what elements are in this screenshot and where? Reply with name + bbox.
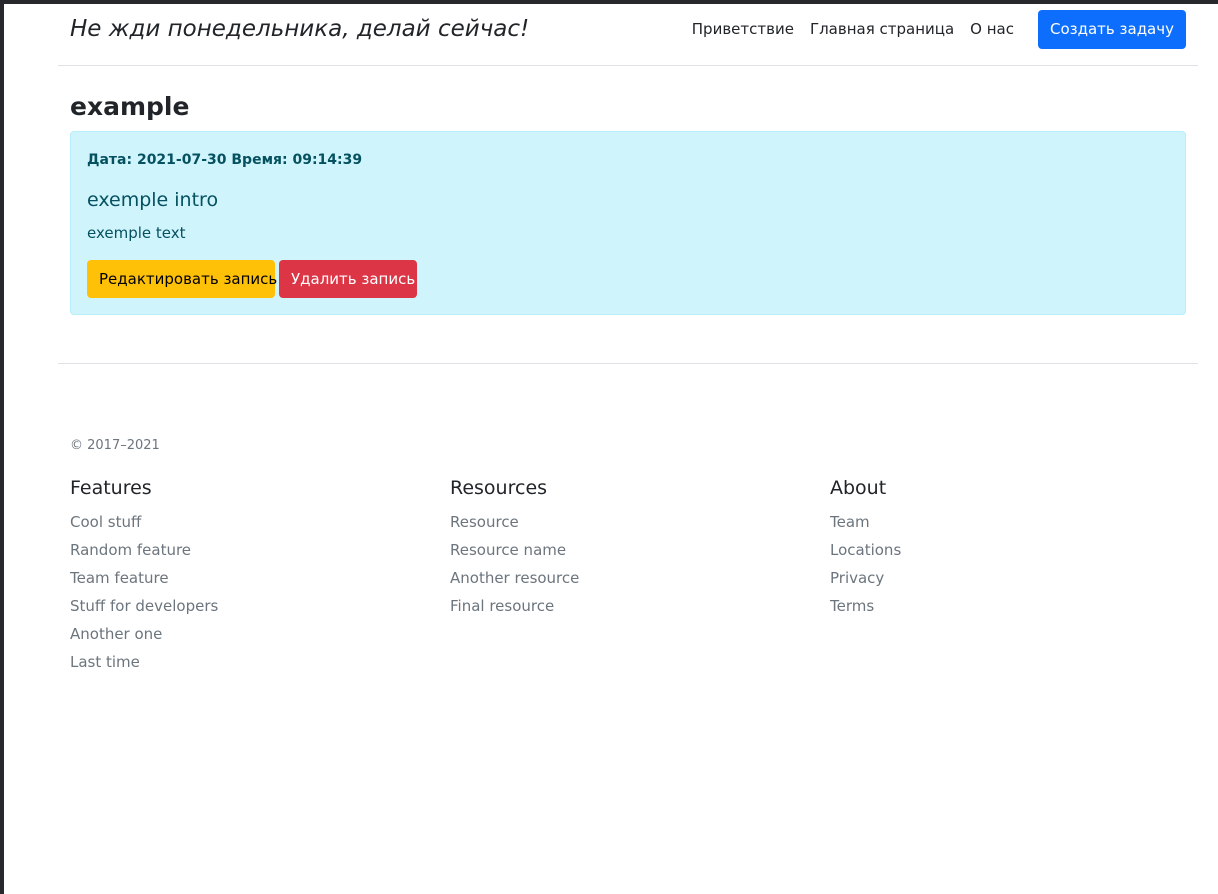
- nav-link-greeting[interactable]: Приветствие: [692, 20, 794, 38]
- footer-link[interactable]: Team: [830, 508, 1190, 536]
- footer-link[interactable]: Last time: [70, 648, 430, 676]
- footer-column-title: About: [830, 477, 887, 499]
- footer-column-title: Resources: [450, 477, 548, 499]
- footer-link[interactable]: Resource: [450, 508, 810, 536]
- post-text: exemple text: [87, 224, 186, 242]
- footer-link[interactable]: Locations: [830, 536, 1190, 564]
- site-header: Не жди понедельника, делай сейчас! Приве…: [58, 8, 1198, 66]
- post-card: Дата: 2021-07-30 Время: 09:14:39 exemple…: [70, 131, 1186, 315]
- create-task-button[interactable]: Создать задачу: [1037, 9, 1186, 49]
- footer-link-list: Team Locations Privacy Terms: [830, 508, 1190, 620]
- nav-link-home[interactable]: Главная страница: [810, 20, 954, 38]
- post-title: example: [70, 92, 190, 121]
- main-nav: Приветствие Главная страница О нас Созда…: [692, 9, 1186, 49]
- delete-post-button[interactable]: Удалить запись: [279, 260, 417, 298]
- footer-column-about: About Team Locations Privacy Terms: [830, 474, 1190, 620]
- footer-link-list: Resource Resource name Another resource …: [450, 508, 810, 620]
- footer-link[interactable]: Cool stuff: [70, 508, 430, 536]
- nav-link-about[interactable]: О нас: [970, 20, 1014, 38]
- footer-link[interactable]: Stuff for developers: [70, 592, 430, 620]
- footer-column-title: Features: [70, 477, 152, 499]
- post-datetime: Дата: 2021-07-30 Время: 09:14:39: [87, 152, 363, 168]
- footer-link[interactable]: Team feature: [70, 564, 430, 592]
- browser-viewport: Не жди понедельника, делай сейчас! Приве…: [0, 0, 1218, 894]
- copyright-text: © 2017–2021: [70, 438, 160, 453]
- edit-post-button[interactable]: Редактировать запись: [87, 260, 277, 298]
- post-intro: exemple intro: [87, 189, 219, 211]
- site-brand[interactable]: Не жди понедельника, делай сейчас!: [70, 16, 529, 42]
- footer-link[interactable]: Terms: [830, 592, 1190, 620]
- footer-link[interactable]: Another resource: [450, 564, 810, 592]
- footer-link[interactable]: Resource name: [450, 536, 810, 564]
- footer-link[interactable]: Random feature: [70, 536, 430, 564]
- footer-divider: [58, 363, 1198, 364]
- footer-column-resources: Resources Resource Resource name Another…: [450, 474, 810, 620]
- footer-link[interactable]: Another one: [70, 620, 430, 648]
- footer-link[interactable]: Final resource: [450, 592, 810, 620]
- footer-column-features: Features Cool stuff Random feature Team …: [70, 474, 430, 676]
- footer-link-list: Cool stuff Random feature Team feature S…: [70, 508, 430, 676]
- footer-link[interactable]: Privacy: [830, 564, 1190, 592]
